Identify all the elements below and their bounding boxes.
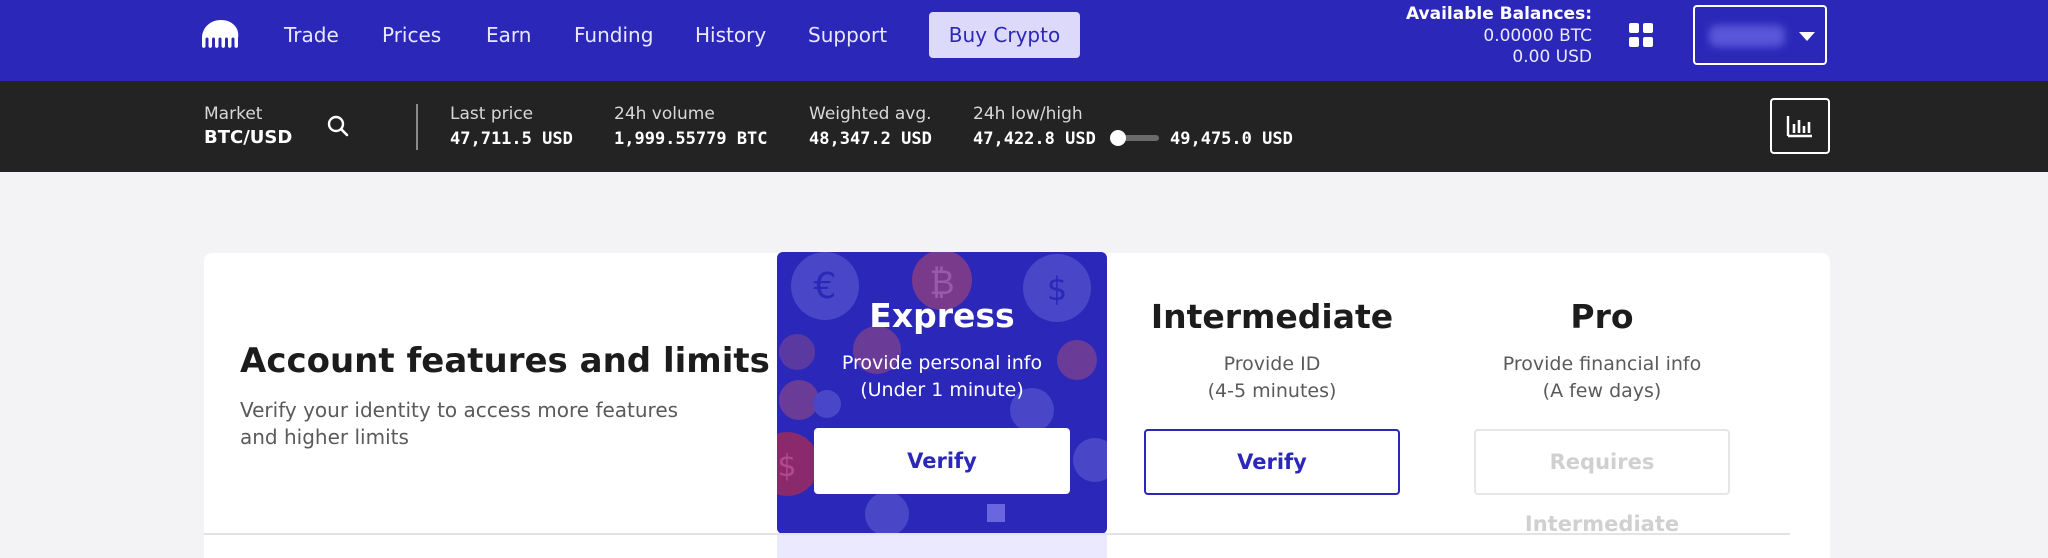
ticker-divider — [416, 104, 418, 150]
account-features-card: Account features and limits Verify your … — [204, 252, 1830, 558]
last-price-label: Last price — [450, 104, 534, 124]
nav-history[interactable]: History — [695, 22, 766, 48]
nav-funding[interactable]: Funding — [574, 22, 653, 48]
chart-toggle-button[interactable] — [1770, 98, 1830, 154]
tier-intermediate: Intermediate Provide ID (4-5 minutes) Ve… — [1107, 253, 1437, 533]
last-price-value: 47,711.5 USD — [450, 129, 573, 149]
account-menu-button[interactable] — [1693, 5, 1827, 65]
weighted-avg-value: 48,347.2 USD — [809, 129, 932, 149]
market-pair[interactable]: BTC/USD — [204, 126, 292, 150]
price-range-marker — [1109, 130, 1126, 146]
intermediate-verify-button[interactable]: Verify — [1144, 429, 1400, 495]
requires-intermediate-button: Requires Intermediate — [1474, 429, 1730, 536]
tier-pro-line1: Provide financial info — [1502, 353, 1702, 375]
low-value: 47,422.8 USD — [973, 129, 1096, 149]
nav-prices[interactable]: Prices — [382, 22, 441, 48]
nav-trade[interactable]: Trade — [284, 22, 339, 48]
chevron-down-icon — [1799, 32, 1815, 41]
low-high-label: 24h low/high — [973, 104, 1083, 124]
nav-support[interactable]: Support — [808, 22, 887, 48]
svg-text:$: $ — [777, 449, 796, 484]
grid-icon[interactable] — [1629, 23, 1653, 47]
buy-crypto-button[interactable]: Buy Crypto — [929, 12, 1080, 58]
market-ticker-bar: Market BTC/USD Last price 47,711.5 USD 2… — [0, 81, 2048, 172]
balance-btc: 0.00000 BTC — [1483, 26, 1592, 46]
tier-pro: Pro Provide financial info (A few days) … — [1437, 253, 1767, 536]
kraken-logo[interactable] — [202, 20, 240, 50]
tier-intermediate-name: Intermediate — [1150, 297, 1394, 336]
volume-value: 1,999.55779 BTC — [614, 129, 768, 149]
account-features-title: Account features and limits — [240, 341, 770, 381]
tier-express-line2: (Under 1 minute) — [860, 379, 1024, 401]
express-column-highlight — [777, 535, 1107, 558]
weighted-avg-label: Weighted avg. — [809, 104, 932, 124]
tier-intermediate-line2: (4-5 minutes) — [1207, 380, 1337, 402]
express-verify-button[interactable]: Verify — [814, 428, 1070, 494]
volume-label: 24h volume — [614, 104, 715, 124]
tier-express-name: Express — [869, 296, 1015, 335]
balance-usd: 0.00 USD — [1512, 47, 1592, 67]
search-icon[interactable] — [326, 114, 350, 138]
high-value: 49,475.0 USD — [1170, 129, 1293, 149]
market-label: Market — [204, 104, 263, 124]
account-name-redacted — [1709, 25, 1785, 47]
bar-chart-icon — [1786, 116, 1812, 138]
tier-intermediate-line1: Provide ID — [1223, 353, 1321, 375]
tier-pro-name: Pro — [1570, 297, 1634, 336]
nav-earn[interactable]: Earn — [486, 22, 531, 48]
tier-pro-line2: (A few days) — [1542, 380, 1662, 402]
tier-express: € ₿ $ $ Express Provide personal info (U… — [777, 252, 1107, 534]
top-nav: Trade Prices Earn Funding History Suppor… — [0, 0, 2048, 81]
tier-express-line1: Provide personal info — [841, 352, 1043, 374]
balances-title: Available Balances: — [1405, 4, 1592, 24]
account-features-description: Verify your identity to access more feat… — [240, 398, 679, 449]
